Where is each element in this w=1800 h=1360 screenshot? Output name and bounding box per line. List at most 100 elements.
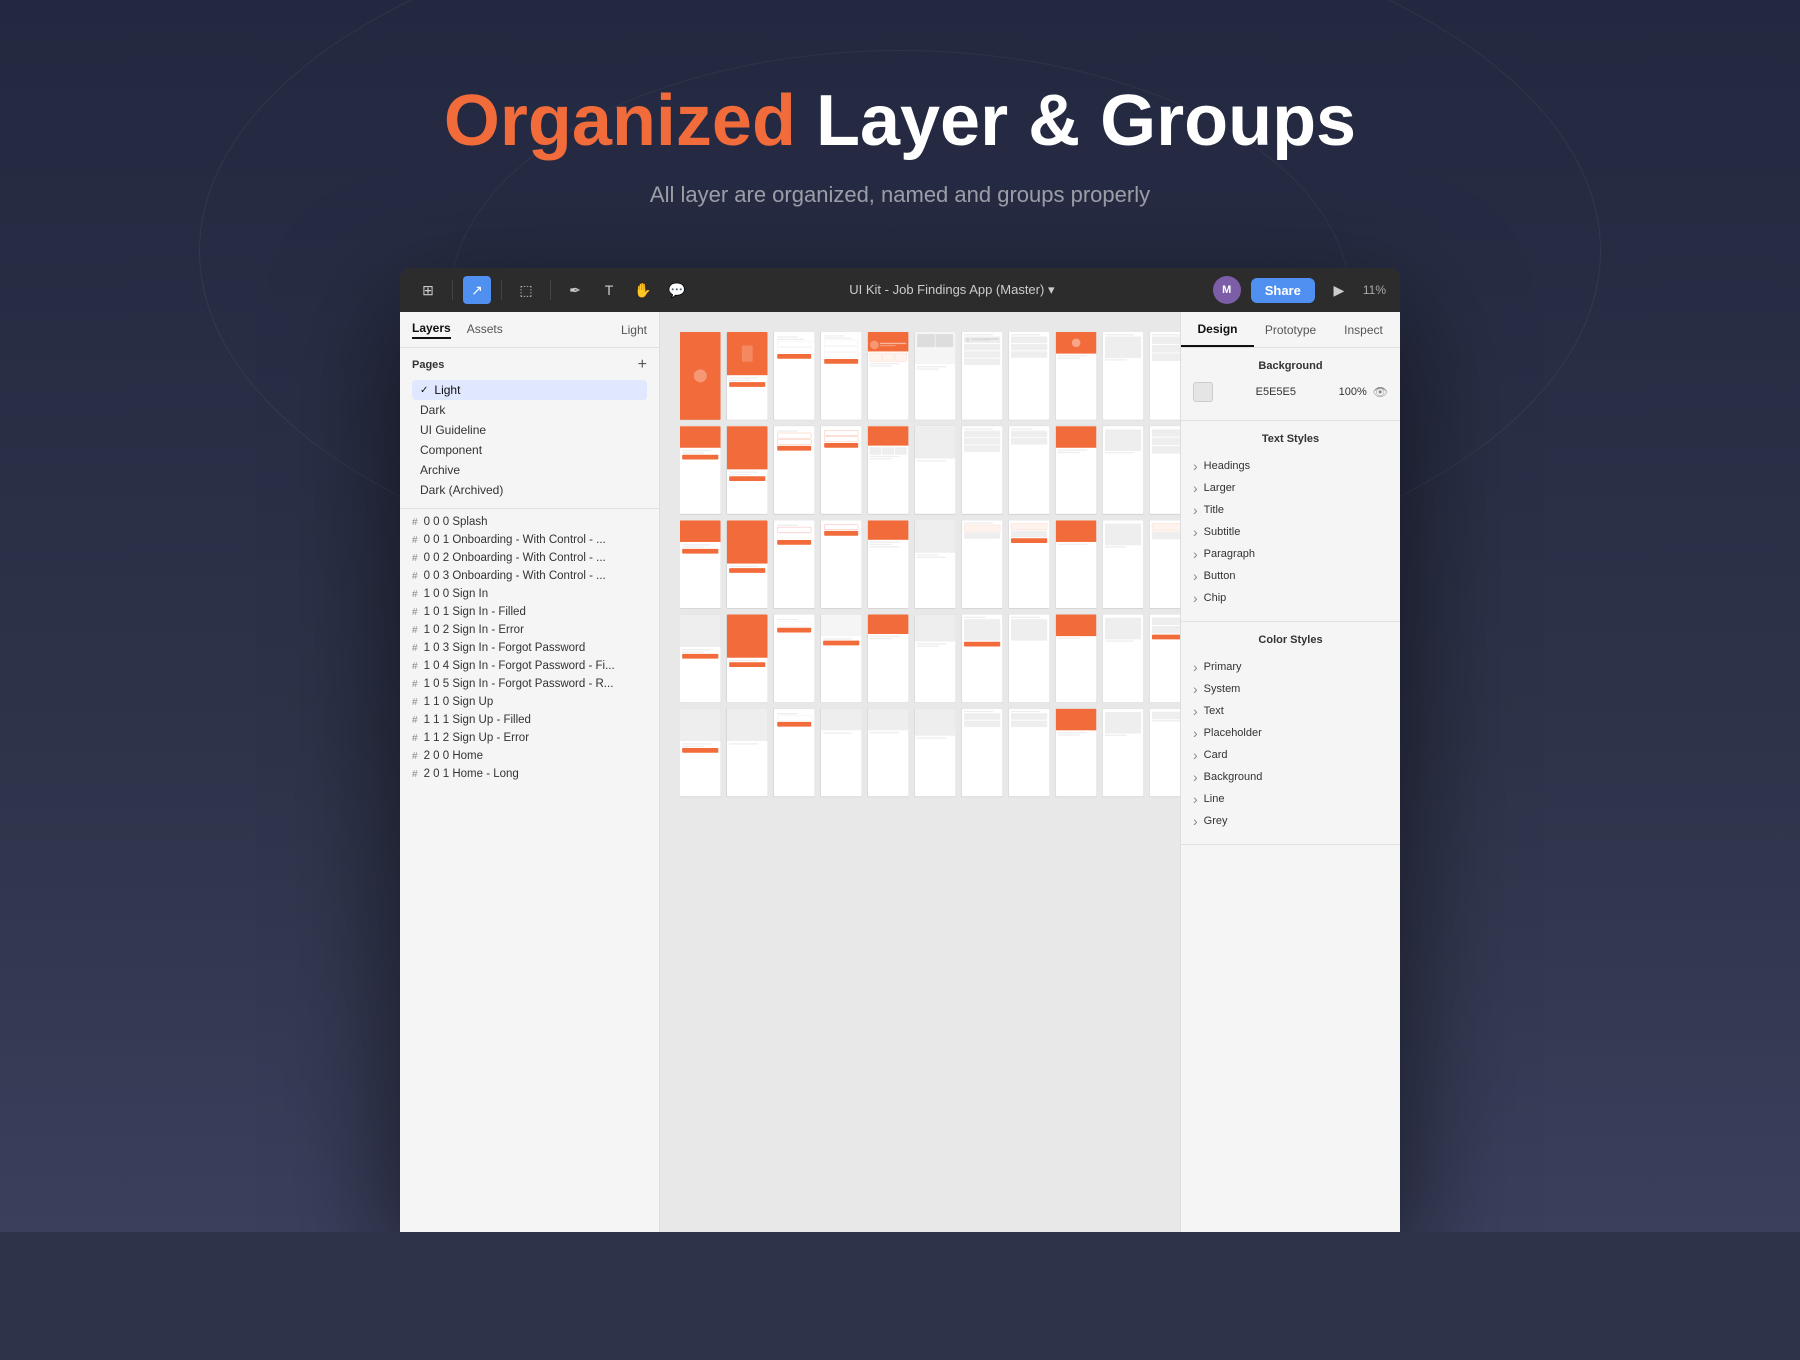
layer-name: 1 0 4 Sign In - Forgot Password - Fi... bbox=[424, 660, 615, 672]
layer-200-home[interactable]: # 2 0 0 Home bbox=[400, 747, 659, 765]
text-styles-title: Text Styles bbox=[1193, 433, 1388, 445]
page-item-light[interactable]: ✓Light bbox=[412, 380, 647, 400]
screen-card bbox=[1103, 332, 1144, 420]
color-style-placeholder[interactable]: Placeholder bbox=[1193, 722, 1388, 744]
hero-title-normal: Layer & Groups bbox=[796, 81, 1356, 161]
layer-101-signin-filled[interactable]: # 1 0 1 Sign In - Filled bbox=[400, 603, 659, 621]
grid-tool-icon[interactable]: ⊞ bbox=[414, 276, 442, 304]
canvas-area[interactable]: 0 0 0... bbox=[660, 312, 1180, 1232]
screen-card bbox=[1103, 615, 1144, 703]
right-panel-tabs: Design Prototype Inspect bbox=[1181, 312, 1400, 348]
screen-column-4: 1 1 0... bbox=[821, 332, 862, 796]
screen-column-10: 4 1 0... bbox=[1103, 332, 1144, 796]
screen-card bbox=[962, 615, 1003, 703]
share-button[interactable]: Share bbox=[1251, 278, 1315, 303]
screen-wrapper: 4 0 0... bbox=[1056, 332, 1097, 420]
color-style-primary[interactable]: Primary bbox=[1193, 656, 1388, 678]
screen-column-9: 4 0 0... bbox=[1056, 332, 1097, 796]
visibility-toggle-icon[interactable]: 👁 bbox=[1373, 385, 1388, 399]
frame-tool-icon[interactable]: ⬚ bbox=[512, 276, 540, 304]
layer-111-signup-filled[interactable]: # 1 1 1 Sign Up - Filled bbox=[400, 711, 659, 729]
text-style-title[interactable]: Title bbox=[1193, 499, 1388, 521]
screen-card bbox=[1009, 332, 1050, 420]
pages-header: Pages + bbox=[412, 356, 647, 374]
hand-tool-icon[interactable]: ✋ bbox=[629, 276, 657, 304]
layers-list: # 0 0 0 Splash # 0 0 1 Onboarding - With… bbox=[400, 509, 659, 1232]
pages-add-button[interactable]: + bbox=[638, 356, 647, 374]
hero-title-accent: Organized bbox=[444, 81, 796, 161]
play-icon[interactable]: ▶ bbox=[1325, 276, 1353, 304]
layer-name: 1 1 1 Sign Up - Filled bbox=[424, 714, 531, 726]
layer-102-signin-error[interactable]: # 1 0 2 Sign In - Error bbox=[400, 621, 659, 639]
tab-mode[interactable]: Light bbox=[621, 323, 647, 337]
layer-104-forgot-password-filled[interactable]: # 1 0 4 Sign In - Forgot Password - Fi..… bbox=[400, 657, 659, 675]
layer-frame-icon: # bbox=[412, 697, 418, 708]
page-item-archive[interactable]: Archive bbox=[412, 460, 647, 480]
screen-card bbox=[868, 615, 909, 703]
tab-design[interactable]: Design bbox=[1181, 312, 1254, 347]
screen-wrapper: 2 0 0... bbox=[868, 332, 909, 420]
layer-frame-icon: # bbox=[412, 643, 418, 654]
layer-000-splash[interactable]: # 0 0 0 Splash bbox=[400, 513, 659, 531]
page-item-dark[interactable]: Dark bbox=[412, 400, 647, 420]
screen-card bbox=[821, 615, 862, 703]
tab-layers[interactable]: Layers bbox=[412, 321, 451, 339]
canvas-content: 0 0 0... bbox=[670, 322, 1180, 1232]
text-style-paragraph[interactable]: Paragraph bbox=[1193, 543, 1388, 565]
page-item-ui-guideline[interactable]: UI Guideline bbox=[412, 420, 647, 440]
layer-100-signin[interactable]: # 1 0 0 Sign In bbox=[400, 585, 659, 603]
layer-112-signup-error[interactable]: # 1 1 2 Sign Up - Error bbox=[400, 729, 659, 747]
layer-201-home-long[interactable]: # 2 0 1 Home - Long bbox=[400, 765, 659, 783]
layer-105-forgot-password-r[interactable]: # 1 0 5 Sign In - Forgot Password - R... bbox=[400, 675, 659, 693]
color-style-background[interactable]: Background bbox=[1193, 766, 1388, 788]
text-style-button[interactable]: Button bbox=[1193, 565, 1388, 587]
tab-inspect[interactable]: Inspect bbox=[1327, 312, 1400, 347]
figma-toolbar: ⊞ ↗ ⬚ ✒ T ✋ 💬 UI Kit - Job Findings App … bbox=[400, 268, 1400, 312]
screen-column-5: 2 0 0... bbox=[868, 332, 909, 796]
screen-card bbox=[727, 709, 768, 797]
toolbar-separator-3 bbox=[550, 280, 551, 300]
screen-wrapper: 3 0 0... bbox=[962, 332, 1003, 420]
layer-103-forgot-password[interactable]: # 1 0 3 Sign In - Forgot Password bbox=[400, 639, 659, 657]
tab-assets[interactable]: Assets bbox=[467, 322, 503, 338]
layer-110-signup[interactable]: # 1 1 0 Sign Up bbox=[400, 693, 659, 711]
text-style-larger[interactable]: Larger bbox=[1193, 477, 1388, 499]
screen-card bbox=[1056, 332, 1097, 420]
hero-subtitle: All layer are organized, named and group… bbox=[20, 182, 1780, 208]
page-item-dark-archived[interactable]: Dark (Archived) bbox=[412, 480, 647, 500]
screen-card bbox=[821, 709, 862, 797]
layer-002-onboarding[interactable]: # 0 0 2 Onboarding - With Control - ... bbox=[400, 549, 659, 567]
pen-tool-icon[interactable]: ✒ bbox=[561, 276, 589, 304]
page-item-component[interactable]: Component bbox=[412, 440, 647, 460]
screen-card bbox=[1056, 709, 1097, 797]
layer-frame-icon: # bbox=[412, 607, 418, 618]
layer-name: 0 0 0 Splash bbox=[424, 516, 488, 528]
color-style-grey[interactable]: Grey bbox=[1193, 810, 1388, 832]
screen-card bbox=[821, 332, 862, 420]
layer-frame-icon: # bbox=[412, 517, 418, 528]
text-style-chip[interactable]: Chip bbox=[1193, 587, 1388, 609]
color-style-card[interactable]: Card bbox=[1193, 744, 1388, 766]
comment-tool-icon[interactable]: 💬 bbox=[663, 276, 691, 304]
zoom-level[interactable]: 11% bbox=[1363, 283, 1386, 297]
background-section-title: Background bbox=[1193, 360, 1388, 372]
background-color-swatch[interactable] bbox=[1193, 382, 1213, 402]
arrow-tool-icon[interactable]: ↗ bbox=[463, 276, 491, 304]
screen-card bbox=[680, 520, 721, 608]
text-style-headings[interactable]: Headings bbox=[1193, 455, 1388, 477]
screen-card bbox=[915, 615, 956, 703]
layer-001-onboarding[interactable]: # 0 0 1 Onboarding - With Control - ... bbox=[400, 531, 659, 549]
screen-card bbox=[680, 615, 721, 703]
layer-003-onboarding[interactable]: # 0 0 3 Onboarding - With Control - ... bbox=[400, 567, 659, 585]
color-style-text[interactable]: Text bbox=[1193, 700, 1388, 722]
color-style-line[interactable]: Line bbox=[1193, 788, 1388, 810]
screen-card bbox=[1103, 426, 1144, 514]
tab-prototype[interactable]: Prototype bbox=[1254, 312, 1327, 347]
text-tool-icon[interactable]: T bbox=[595, 276, 623, 304]
color-style-system[interactable]: System bbox=[1193, 678, 1388, 700]
pages-section: Pages + ✓Light Dark UI Guideline Compone… bbox=[400, 348, 659, 509]
text-style-subtitle[interactable]: Subtitle bbox=[1193, 521, 1388, 543]
left-panel: Layers Assets Light Pages + ✓Light Dark … bbox=[400, 312, 660, 1232]
panel-tabs: Layers Assets Light bbox=[400, 312, 659, 348]
screen-card bbox=[774, 615, 815, 703]
